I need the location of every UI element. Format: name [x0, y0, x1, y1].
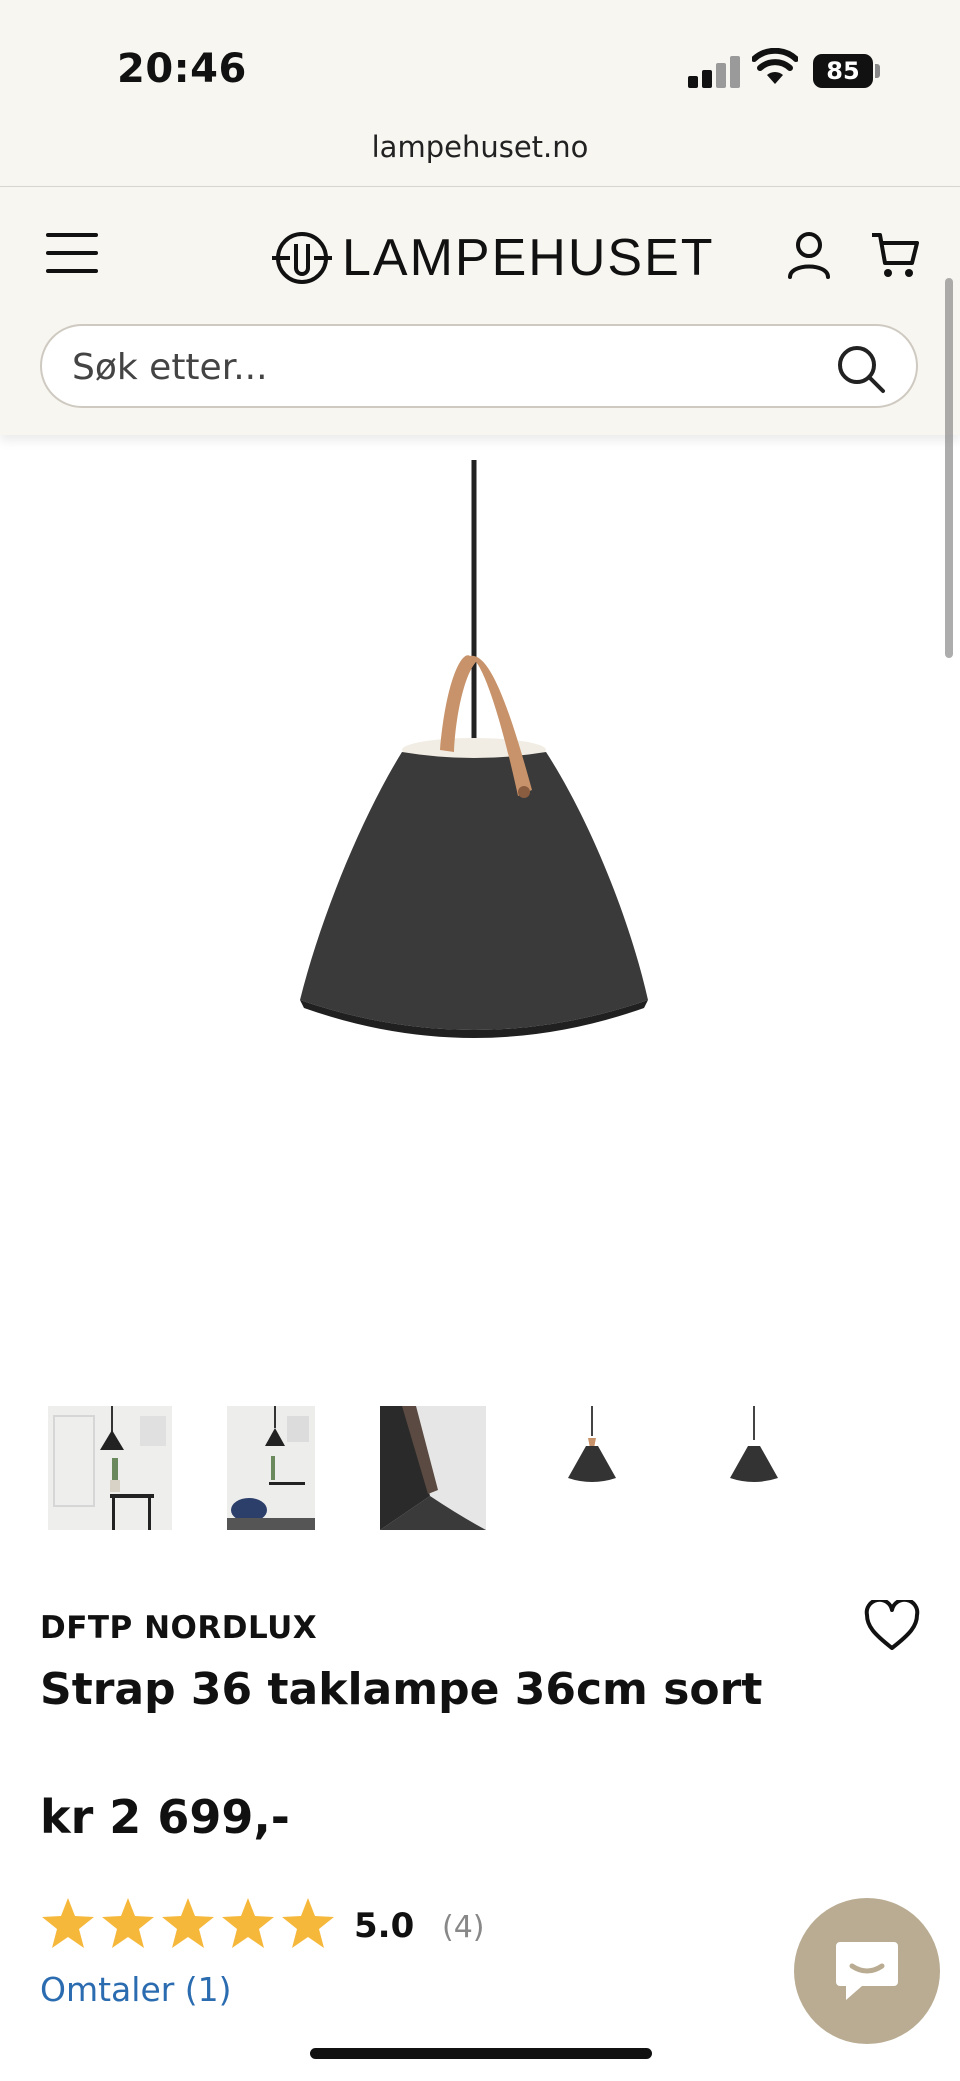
product-title: Strap 36 taklampe 36cm sort	[40, 1664, 763, 1715]
rating-score: 5.0	[354, 1906, 415, 1946]
cart-icon[interactable]	[870, 231, 920, 279]
search-input[interactable]	[70, 326, 834, 408]
thumbnail-2[interactable]	[227, 1406, 315, 1530]
logo-icon	[272, 232, 332, 284]
star-icon	[162, 1898, 214, 1948]
star-icon	[102, 1898, 154, 1948]
status-bar: 20:46 85 lampehuset.no	[0, 0, 960, 187]
status-time: 20:46	[117, 46, 247, 92]
chat-icon	[836, 1942, 898, 2000]
wishlist-heart-icon[interactable]	[864, 1600, 920, 1652]
chat-button[interactable]	[794, 1898, 940, 2044]
search-bar	[40, 324, 918, 408]
reviews-link[interactable]: Omtaler (1)	[40, 1970, 232, 2009]
product-image[interactable]	[240, 460, 720, 1040]
menu-icon[interactable]	[46, 233, 98, 277]
wifi-icon	[752, 48, 798, 84]
star-icon	[222, 1898, 274, 1948]
rating-stars	[40, 1896, 340, 1952]
browser-url[interactable]: lampehuset.no	[0, 130, 960, 164]
rating-count: (4)	[442, 1910, 485, 1945]
battery-icon: 85	[813, 54, 873, 88]
thumbnail-3[interactable]	[380, 1406, 486, 1530]
page-scrollbar[interactable]	[945, 278, 953, 658]
star-icon	[282, 1898, 334, 1948]
star-icon	[42, 1898, 94, 1948]
signal-icon	[688, 54, 740, 88]
thumbnail-4[interactable]	[550, 1406, 634, 1530]
product-brand[interactable]: DFTP NORDLUX	[40, 1610, 317, 1646]
site-logo[interactable]: LAMPEHUSET	[270, 223, 715, 293]
search-icon[interactable]	[836, 344, 886, 394]
site-header: LAMPEHUSET	[0, 187, 960, 435]
home-indicator[interactable]	[310, 2048, 652, 2059]
battery-tip	[875, 64, 880, 78]
thumbnail-gallery	[0, 1400, 960, 1530]
user-icon[interactable]	[787, 231, 831, 279]
thumbnail-1[interactable]	[48, 1406, 172, 1530]
thumbnail-5[interactable]	[712, 1406, 796, 1530]
product-price: kr 2 699,-	[40, 1790, 290, 1844]
logo-text: LAMPEHUSET	[342, 229, 715, 287]
